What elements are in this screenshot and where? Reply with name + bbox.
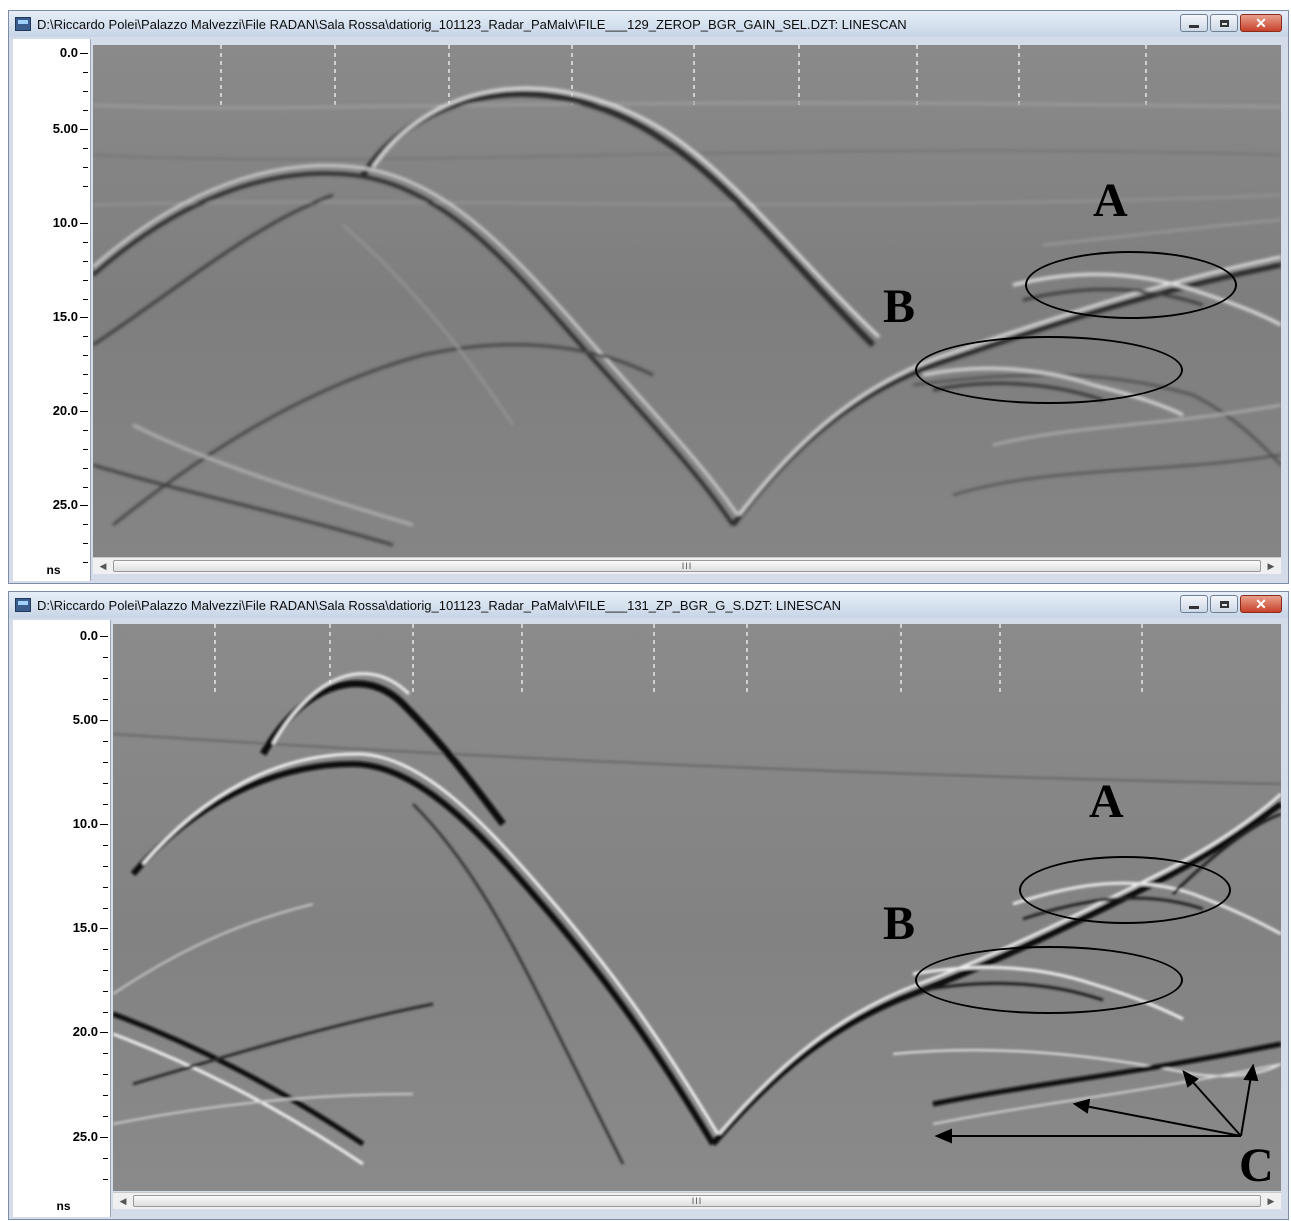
annotation-label-b: B bbox=[883, 897, 916, 950]
linescan-window-top[interactable]: D:\Riccardo Polei\Palazzo Malvezzi\File … bbox=[8, 10, 1289, 584]
radan-app-icon[interactable] bbox=[15, 598, 31, 612]
scrollbar-thumb[interactable]: III bbox=[133, 1195, 1261, 1207]
radargram-canvas[interactable]: A B C bbox=[113, 624, 1281, 1191]
annotation-label-a: A bbox=[1093, 174, 1128, 227]
horizontal-scrollbar[interactable]: ◀ III ▶ bbox=[113, 1192, 1281, 1209]
window-title: D:\Riccardo Polei\Palazzo Malvezzi\File … bbox=[37, 16, 907, 32]
minimize-button[interactable] bbox=[1180, 595, 1208, 613]
scroll-left-arrow-icon[interactable]: ◀ bbox=[95, 558, 111, 574]
annotation-ellipse-b bbox=[915, 336, 1183, 404]
annotation-label-b: B bbox=[883, 280, 916, 333]
scrollbar-thumb[interactable]: III bbox=[113, 560, 1261, 572]
close-icon: ✕ bbox=[1255, 15, 1267, 31]
annotation-ellipse-a bbox=[1025, 251, 1237, 319]
annotation-ellipse-b bbox=[915, 946, 1183, 1014]
minimize-button[interactable] bbox=[1180, 14, 1208, 32]
window-title: D:\Riccardo Polei\Palazzo Malvezzi\File … bbox=[37, 597, 841, 613]
axis-unit-label: ns bbox=[46, 563, 61, 577]
scroll-left-arrow-icon[interactable]: ◀ bbox=[115, 1193, 131, 1209]
axis-unit-label: ns bbox=[56, 1199, 71, 1213]
title-bar[interactable]: D:\Riccardo Polei\Palazzo Malvezzi\File … bbox=[9, 592, 1288, 618]
time-axis: 0.0 5.00 10.0 15.0 20.0 25.0 ns bbox=[13, 620, 111, 1217]
time-axis: 0.0 5.00 10.0 15.0 20.0 25.0 ns bbox=[13, 39, 91, 581]
maximize-icon bbox=[1219, 19, 1229, 27]
maximize-button[interactable] bbox=[1210, 595, 1238, 613]
minimize-icon bbox=[1189, 605, 1199, 609]
title-bar[interactable]: D:\Riccardo Polei\Palazzo Malvezzi\File … bbox=[9, 11, 1288, 37]
maximize-button[interactable] bbox=[1210, 14, 1238, 32]
minimize-icon bbox=[1189, 24, 1199, 28]
scroll-right-arrow-icon[interactable]: ▶ bbox=[1263, 558, 1279, 574]
annotation-label-a: A bbox=[1089, 775, 1124, 828]
scroll-right-arrow-icon[interactable]: ▶ bbox=[1263, 1193, 1279, 1209]
radan-app-icon[interactable] bbox=[15, 17, 31, 31]
maximize-icon bbox=[1219, 600, 1229, 608]
annotation-label-c: C bbox=[1239, 1139, 1274, 1191]
close-icon: ✕ bbox=[1255, 596, 1267, 612]
radargram-canvas[interactable]: A B bbox=[93, 45, 1281, 557]
horizontal-scrollbar[interactable]: ◀ III ▶ bbox=[93, 557, 1281, 574]
linescan-window-bottom[interactable]: D:\Riccardo Polei\Palazzo Malvezzi\File … bbox=[8, 591, 1289, 1220]
annotation-ellipse-a bbox=[1019, 856, 1231, 924]
close-button[interactable]: ✕ bbox=[1240, 595, 1282, 613]
close-button[interactable]: ✕ bbox=[1240, 14, 1282, 32]
